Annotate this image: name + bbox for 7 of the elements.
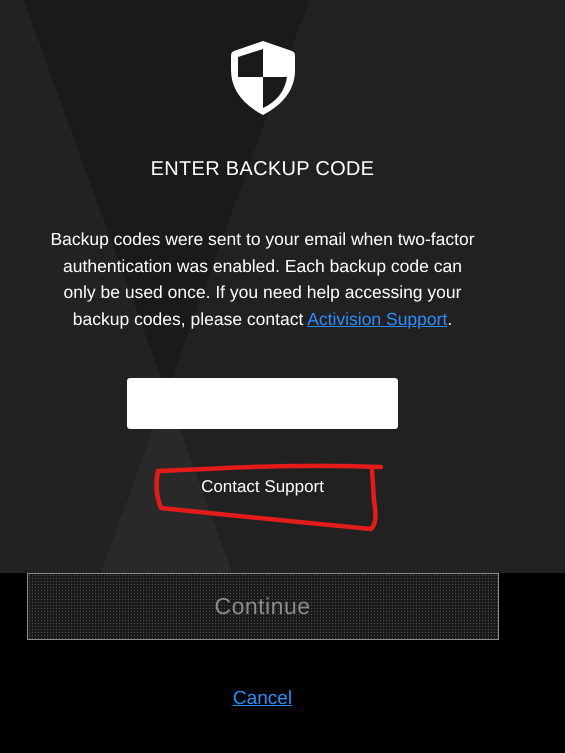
support-link[interactable]: Activision Support: [307, 308, 448, 328]
instructions-text: Backup codes were sent to your email when two-factor authentication was enabled. Each backup code can only be used once. If you need help accessing your backup codes, please contact Activision Support.: [50, 228, 475, 331]
cancel-link[interactable]: Cancel: [232, 688, 292, 710]
shield-icon: [230, 40, 294, 116]
page-title: ENTER BACKUP CODE: [150, 158, 374, 181]
contact-support-button[interactable]: Contact Support: [193, 473, 332, 501]
backup-code-field[interactable]: [127, 378, 398, 429]
